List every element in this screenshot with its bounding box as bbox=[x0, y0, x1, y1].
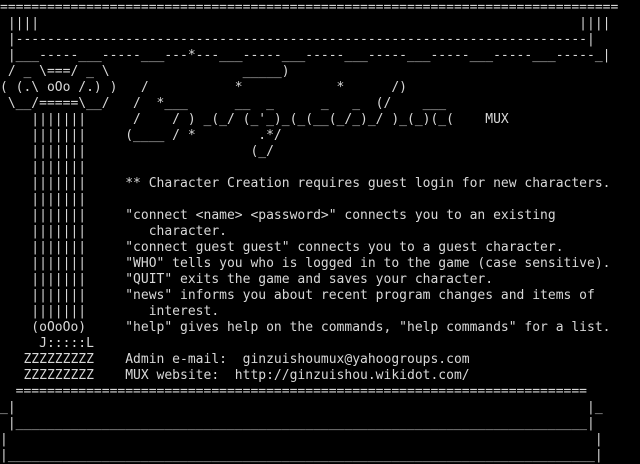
news-command-help-cont: ||||||| interest. bbox=[0, 304, 220, 319]
ascii-art-line: J:::::L bbox=[0, 336, 94, 351]
mux-login-terminal[interactable]: ========================================… bbox=[0, 0, 640, 464]
ascii-art-line: ||||||| (_/ bbox=[0, 144, 274, 159]
bottom-frame-line: |_______________________________________… bbox=[0, 448, 603, 463]
bottom-rule-line: ========================================… bbox=[0, 384, 587, 399]
ascii-art-line: ||||||| bbox=[0, 160, 87, 175]
banner-frame-line: |||| |||| bbox=[0, 16, 611, 31]
ascii-art-line: ||||||| bbox=[0, 192, 87, 207]
banner-frame-line: |---------------------------------------… bbox=[0, 32, 595, 47]
admin-email-line: ZZZZZZZZZ Admin e-mail: ginzuishoumux@ya… bbox=[0, 352, 470, 367]
connect-guest-help: ||||||| "connect guest guest" connects y… bbox=[0, 240, 564, 255]
ascii-art-line: ( (.\ oOo /.) ) / * * /) bbox=[0, 80, 407, 95]
mux-website-line: ZZZZZZZZZ MUX website: http://ginzuishou… bbox=[0, 368, 470, 383]
who-command-help: ||||||| "WHO" tells you who is logged in… bbox=[0, 256, 611, 271]
connect-command-help-cont: ||||||| character. bbox=[0, 224, 227, 239]
bottom-frame-line: _| |_ bbox=[0, 400, 603, 415]
guest-login-notice: ||||||| ** Character Creation requires g… bbox=[0, 176, 611, 191]
bottom-frame-line: | | bbox=[0, 432, 603, 447]
connect-command-help: ||||||| "connect <name> <password>" conn… bbox=[0, 208, 556, 223]
ascii-art-line: ||||||| / / ) _(_/ (_'_)_(_(__(_/_)_/ )_… bbox=[0, 112, 509, 127]
banner-frame-line: |___-----___-----___---*---___-----___--… bbox=[0, 48, 611, 63]
help-command-help: (oOoOo) "help" gives help on the command… bbox=[0, 320, 611, 335]
ascii-art-line: \__/=====\__/ / *___ __ _ _ _ (/ ___ bbox=[0, 96, 447, 111]
ascii-art-line: ||||||| (____ / * .*/ bbox=[0, 128, 282, 143]
top-rule-line: ========================================… bbox=[0, 0, 619, 15]
news-command-help: ||||||| "news" informs you about recent … bbox=[0, 288, 595, 303]
ascii-art-line: / _ \===/ _ \ _____) bbox=[0, 64, 290, 79]
bottom-frame-line: |_______________________________________… bbox=[0, 416, 595, 431]
quit-command-help: ||||||| "QUIT" exits the game and saves … bbox=[0, 272, 494, 287]
